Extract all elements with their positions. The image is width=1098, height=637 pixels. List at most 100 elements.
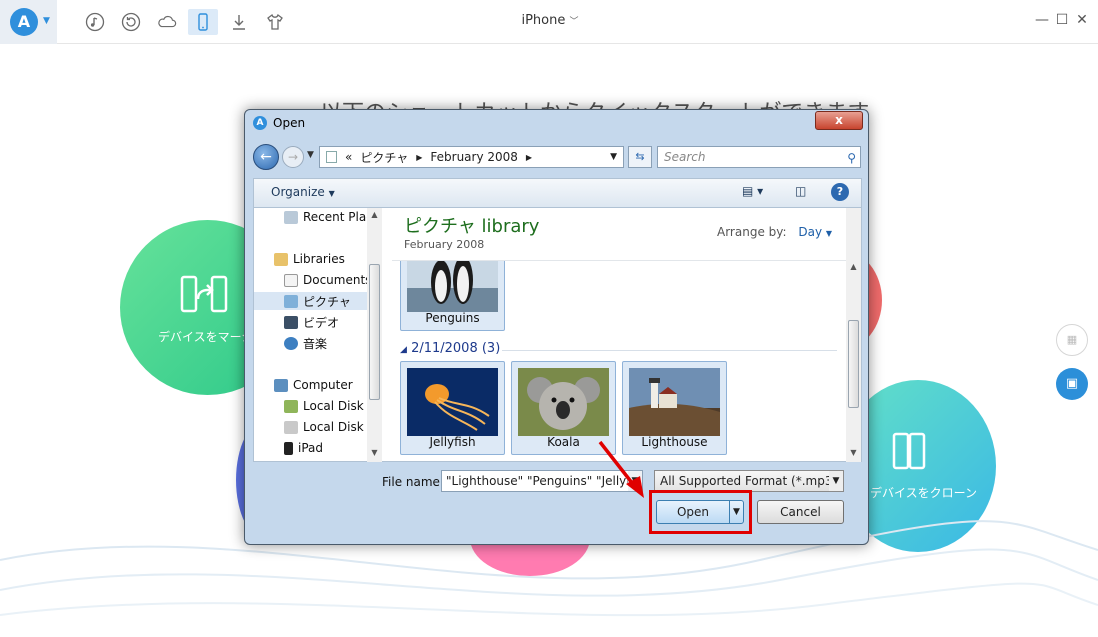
group-header[interactable]: ◢ 2/11/2008 (3) [400,341,500,356]
device-name: iPhone [521,13,566,28]
chevron-down-icon: ▼ [825,229,833,238]
file-grid-scrollbar[interactable]: ▲ ▼ [846,208,861,462]
phone-icon[interactable] [188,9,218,35]
preview-pane-icon[interactable]: ◫ [795,184,806,198]
back-button[interactable]: ← [253,144,279,170]
file-tile-penguins[interactable]: Penguins [400,261,505,331]
documents-icon [284,273,298,287]
download-icon[interactable] [224,9,254,35]
file-tile-lighthouse[interactable]: Lighthouse [622,361,727,455]
nav-item-label: ピクチャ [303,294,351,309]
maximize-icon[interactable]: ☐ [1054,12,1070,28]
recent-locations-dropdown[interactable]: ▼ [307,150,314,160]
jellyfish-thumbnail [407,368,498,436]
file-type-select[interactable]: All Supported Format (*.mp3;*.m4a;*.wav)… [654,470,844,492]
group-header-label: 2/11/2008 (3) [411,341,501,356]
navigation-row: ← → ▼ « ピクチャ ▶ February 2008 ▶ ▼ ⇆ Searc… [253,144,862,170]
cloud-icon[interactable] [152,9,182,35]
nav-item-label: Computer [293,378,353,392]
help-icon[interactable]: ? [831,183,849,201]
chevron-down-icon[interactable]: ▼ [628,471,642,491]
file-name-value: "Lighthouse" "Penguins" "Jellyfish" "Koa… [446,474,642,488]
music-icon[interactable] [80,9,110,35]
disk-icon [284,420,298,434]
breadcrumb-prefix: « [345,150,353,164]
arrange-by-value: Day [798,225,823,239]
clone-device-label: デバイスをクローン [870,486,978,500]
app-logo-button[interactable]: A ▼ [0,0,57,44]
group-divider [502,350,837,351]
open-button-label: Open [676,505,710,519]
recent-places-icon [284,210,298,224]
refresh-button[interactable]: ⇆ [628,146,652,168]
arrange-by-label: Arrange by: [717,225,787,239]
dialog-title-bar: A Open [253,116,305,130]
scroll-down-icon[interactable]: ▼ [367,448,382,457]
breadcrumb-separator-icon: ▶ [525,152,533,162]
device-selector[interactable]: iPhone ﹀ [500,13,600,28]
file-name-input[interactable]: "Lighthouse" "Penguins" "Jellyfish" "Koa… [441,470,643,492]
breadcrumb-item[interactable]: ピクチャ [360,149,408,166]
search-input[interactable]: Search ⚲ [657,146,861,168]
nav-item-documents[interactable]: Documents [284,271,371,289]
merge-device-label: デバイスをマージ [158,330,254,344]
koala-thumbnail [518,368,609,436]
music-icon [284,336,298,350]
nav-item-label: Recent Plac [303,210,373,224]
cancel-button[interactable]: Cancel [757,500,844,524]
nav-item-computer[interactable]: Computer [274,376,353,394]
grid-view-button[interactable]: ▦ [1056,324,1088,356]
app-logo-icon: A [10,8,38,36]
nav-item-ipad[interactable]: iPad [284,439,323,457]
nav-item-music[interactable]: 音楽 [284,334,327,352]
nav-item-label: Documents [303,273,372,287]
dialog-toolbar: Organize ▼ ▤ ▾ ◫ ? [253,178,862,208]
scroll-down-icon[interactable]: ▼ [846,448,861,457]
nav-item-videos[interactable]: ビデオ [284,313,339,331]
nav-item-libraries[interactable]: Libraries [274,250,345,268]
library-subtitle: February 2008 [404,238,485,251]
breadcrumb-item[interactable]: February 2008 [430,150,518,164]
ipad-icon [284,441,293,455]
nav-item-label: iPad [298,441,324,455]
pictures-icon [284,294,298,308]
file-tile-koala[interactable]: Koala [511,361,616,455]
open-options-dropdown[interactable]: ▼ [729,501,743,523]
dialog-content: Recent Plac Libraries Documents ピクチャ ビデオ… [253,208,862,462]
chevron-down-icon: ▼ [43,16,50,26]
file-name-label: File name: [382,475,444,489]
nav-pane-scrollbar[interactable]: ▲ ▼ [367,208,382,462]
nav-item-pictures[interactable]: ピクチャ [254,292,368,310]
nav-item-local-disk[interactable]: Local Disk ( [284,418,372,436]
arrange-by-dropdown[interactable]: Day ▼ [798,225,832,239]
scroll-up-icon[interactable]: ▲ [846,262,861,271]
organize-menu[interactable]: Organize ▼ [271,185,335,199]
dialog-close-button[interactable]: x [815,111,863,130]
file-name: Koala [547,435,580,449]
file-tile-jellyfish[interactable]: Jellyfish [400,361,505,455]
shirt-icon[interactable] [260,9,290,35]
scrollbar-thumb[interactable] [848,320,859,408]
open-button[interactable]: Open ▼ [656,500,744,524]
search-icon[interactable]: ⚲ [847,148,856,168]
app-logo-icon: A [253,116,267,130]
toolbox-button[interactable]: ▣ [1056,368,1088,400]
scrollbar-thumb[interactable] [369,264,380,400]
merge-icon [180,275,228,317]
scroll-up-icon[interactable]: ▲ [367,210,382,219]
open-file-dialog: A Open x ← → ▼ « ピクチャ ▶ February 2008 ▶ … [244,109,869,545]
restore-icon[interactable] [116,9,146,35]
minimize-icon[interactable]: — [1034,12,1050,28]
address-bar[interactable]: « ピクチャ ▶ February 2008 ▶ ▼ [319,146,624,168]
chevron-down-icon[interactable]: ▼ [610,152,617,162]
videos-icon [284,315,298,329]
nav-item-local-disk[interactable]: Local Disk ( [284,397,372,415]
nav-item-recent-places[interactable]: Recent Plac [284,208,373,226]
close-icon[interactable]: ✕ [1074,12,1090,28]
file-name: Lighthouse [641,435,708,449]
organize-label: Organize [271,185,325,199]
chevron-down-icon[interactable]: ▼ [829,471,843,491]
forward-button[interactable]: → [282,146,304,168]
change-view-icon[interactable]: ▤ ▾ [742,184,763,198]
nav-item-label: 音楽 [303,336,328,351]
